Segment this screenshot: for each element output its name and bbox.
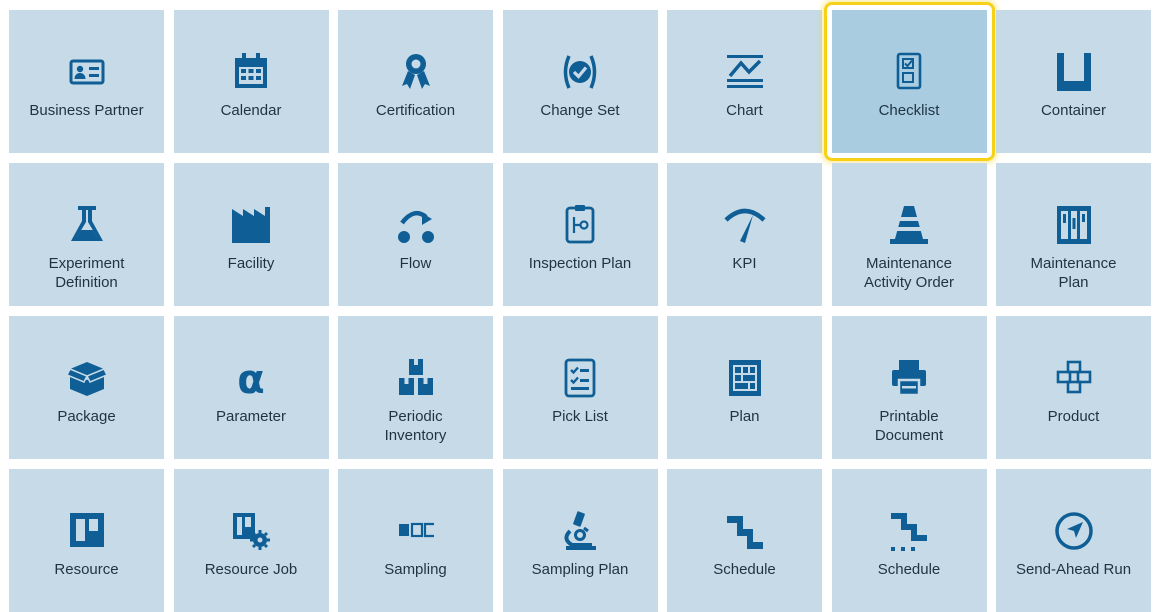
tile-label: Plan <box>729 408 760 425</box>
tile-label: Change Set <box>540 102 620 119</box>
maintenance-activity-order-icon <box>887 203 931 247</box>
tile-label: Printable Document <box>874 408 944 444</box>
plan-icon <box>723 356 767 400</box>
tile-label: Pick List <box>552 408 608 425</box>
tile-pick-list[interactable]: Pick List <box>502 316 658 459</box>
tile-container[interactable]: Container <box>996 10 1151 153</box>
tile-label: Certification <box>375 102 456 119</box>
tile-label: KPI <box>732 255 757 272</box>
resource-job-icon <box>229 509 273 553</box>
chart-icon <box>723 50 767 94</box>
checklist-icon <box>887 50 931 94</box>
container-icon <box>1052 50 1096 94</box>
product-icon <box>1052 356 1096 400</box>
tile-label: Chart <box>726 102 763 119</box>
kpi-icon <box>723 203 767 247</box>
tile-change-set[interactable]: Change Set <box>502 10 658 153</box>
tile-maintenance-activity-order[interactable]: Maintenance Activity Order <box>831 163 987 306</box>
tile-maintenance-plan[interactable]: Maintenance Plan <box>996 163 1151 306</box>
sampling-plan-icon <box>558 509 602 553</box>
tile-printable-document[interactable]: Printable Document <box>831 316 987 459</box>
tile-parameter[interactable]: α Parameter <box>173 316 329 459</box>
tile-certification[interactable]: Certification <box>338 10 493 153</box>
inspection-plan-icon <box>558 203 602 247</box>
tile-label: Experiment Definition <box>48 255 125 291</box>
tile-label: Send-Ahead Run <box>1015 561 1132 578</box>
tile-checklist[interactable]: Checklist <box>823 2 995 161</box>
tile-label: Flow <box>399 255 432 272</box>
tile-label: Checklist <box>878 102 940 119</box>
flow-icon <box>394 203 438 247</box>
tile-kpi[interactable]: KPI <box>667 163 822 306</box>
tile-label: Inspection Plan <box>528 255 632 272</box>
schedule-icon <box>723 509 767 553</box>
tile-schedule[interactable]: Schedule <box>667 469 822 612</box>
resource-icon <box>65 509 109 553</box>
tile-resource-job[interactable]: Resource Job <box>173 469 329 612</box>
tile-label: Product <box>1047 408 1100 425</box>
pick-list-icon <box>558 356 602 400</box>
parameter-icon: α <box>229 356 273 400</box>
tile-experiment-definition[interactable]: Experiment Definition <box>9 163 164 306</box>
tile-send-ahead-run[interactable]: Send-Ahead Run <box>996 469 1151 612</box>
change-set-icon <box>558 50 602 94</box>
tile-label: Maintenance Activity Order <box>863 255 954 291</box>
tile-label: Resource <box>54 561 119 578</box>
tile-label: Container <box>1040 102 1107 119</box>
experiment-definition-icon <box>65 203 109 247</box>
tile-label: Sampling Plan <box>531 561 629 578</box>
business-partner-icon <box>65 50 109 94</box>
sampling-icon <box>394 509 438 553</box>
tile-flow[interactable]: Flow <box>338 163 493 306</box>
tile-periodic-inventory[interactable]: Periodic Inventory <box>338 316 493 459</box>
certification-icon <box>394 50 438 94</box>
maintenance-plan-icon <box>1052 203 1096 247</box>
facility-icon <box>229 203 273 247</box>
tile-schedule-alt[interactable]: Schedule <box>831 469 987 612</box>
tile-label: Facility <box>227 255 275 272</box>
tile-calendar[interactable]: Calendar <box>173 10 329 153</box>
tile-inspection-plan[interactable]: Inspection Plan <box>502 163 658 306</box>
tile-label: Schedule <box>877 561 941 578</box>
tile-label: Parameter <box>215 408 287 425</box>
tile-facility[interactable]: Facility <box>173 163 329 306</box>
send-ahead-run-icon <box>1052 509 1096 553</box>
object-type-tile-grid: Business Partner Calendar Certification Cha… <box>9 2 1156 612</box>
tile-label: Calendar <box>220 102 282 119</box>
tile-plan[interactable]: Plan <box>667 316 822 459</box>
printable-document-icon <box>887 356 931 400</box>
tile-sampling-plan[interactable]: Sampling Plan <box>502 469 658 612</box>
tile-product[interactable]: Product <box>996 316 1151 459</box>
tile-label: Schedule <box>713 561 776 578</box>
tile-label: Periodic Inventory <box>384 408 447 444</box>
schedule-alt-icon <box>887 509 931 553</box>
tile-label: Sampling <box>384 561 447 578</box>
tile-package[interactable]: Package <box>9 316 164 459</box>
svg-text:α: α <box>237 357 264 400</box>
tile-label: Package <box>57 408 116 425</box>
package-icon <box>65 356 109 400</box>
tile-label: Resource Job <box>204 561 298 578</box>
tile-sampling[interactable]: Sampling <box>338 469 493 612</box>
tile-resource[interactable]: Resource <box>9 469 164 612</box>
tile-label: Maintenance Plan <box>1030 255 1117 291</box>
calendar-icon <box>229 50 273 94</box>
tile-business-partner[interactable]: Business Partner <box>9 10 164 153</box>
tile-label: Business Partner <box>29 102 144 119</box>
tile-chart[interactable]: Chart <box>667 10 822 153</box>
periodic-inventory-icon <box>394 356 438 400</box>
